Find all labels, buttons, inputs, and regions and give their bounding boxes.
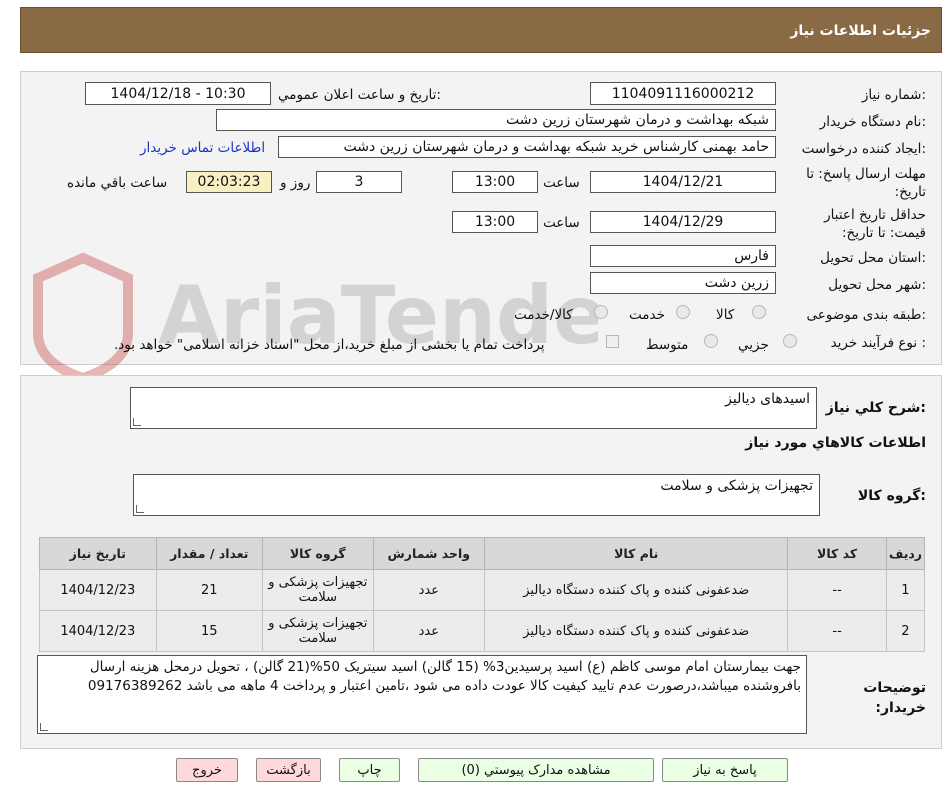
page-header: جزئیات اطلاعات نیاز: [20, 7, 942, 53]
col-date-header: تاريخ نياز: [39, 537, 157, 570]
cell-row: 2: [885, 610, 926, 652]
deadline-time-label: ساعت: [543, 175, 580, 191]
process-label: نوع فرآيند خريد :: [830, 335, 926, 351]
payment-note: پرداخت تمام يا بخشی از مبلغ خريد،از محل …: [114, 337, 545, 353]
cell-qty: 15: [155, 610, 264, 652]
need-number-label: شماره نیاز:: [861, 87, 926, 103]
announce-label: تاریخ و ساعت اعلان عمومي:: [278, 87, 441, 103]
days-label: روز و: [280, 175, 311, 191]
reply-button[interactable]: پاسخ به نياز: [662, 758, 788, 782]
deadline-label: مهلت ارسال پاسخ: تا تاريخ:: [806, 166, 926, 200]
buyer-org-field: شبکه بهداشت و درمان شهرستان زرين دشت: [216, 109, 776, 131]
category-service-radio[interactable]: [676, 305, 690, 319]
buyer-notes-text: جهت بیمارستان امام موسی کاظم (ع) اسید پر…: [87, 659, 801, 694]
cell-code: --: [787, 569, 887, 611]
deadline-date-field: 1404/12/21: [590, 171, 776, 193]
col-name-header: نام کالا: [484, 537, 789, 570]
col-code-header: کد کالا: [787, 537, 887, 570]
process-medium-label: متوسط: [646, 337, 689, 353]
page-title: جزئیات اطلاعات نیاز: [790, 23, 931, 39]
days-field: 3: [316, 171, 402, 193]
cell-name: ضدعفونی کننده و پاک کننده دستگاه دیالیز: [484, 569, 789, 611]
validity-label: حداقل تاريخ اعتبار قيمت: تا تاريخ:: [824, 207, 926, 241]
process-minor-label: جزيي: [738, 337, 769, 353]
cell-date: 1404/12/23: [39, 569, 157, 611]
cell-unit: عدد: [372, 569, 486, 611]
col-row-header: رديف: [885, 537, 926, 570]
description-label: شرح کلي نياز:: [825, 400, 926, 416]
goods-group-text: تجهيزات پزشکی و سلامت: [660, 478, 813, 494]
back-button[interactable]: بازگشت: [256, 758, 321, 782]
category-service-label: خدمت: [629, 307, 665, 323]
province-field: فارس: [590, 245, 776, 267]
print-button[interactable]: چاپ: [339, 758, 400, 782]
category-goods-radio[interactable]: [752, 305, 766, 319]
exit-button[interactable]: خروج: [176, 758, 238, 782]
treasury-payment-checkbox[interactable]: [606, 335, 619, 348]
col-unit-header: واحد شمارش: [372, 537, 486, 570]
cell-date: 1404/12/23: [39, 610, 157, 652]
category-label: طبقه بندی موضوعی:: [806, 307, 926, 323]
announce-field: 1404/12/18 - 10:30: [85, 82, 271, 105]
description-text: اسیدهای دیالیز: [725, 391, 810, 407]
city-label: شهر محل تحويل:: [828, 277, 926, 293]
category-goods-label: کالا: [716, 307, 735, 323]
col-group-header: گروه کالا: [262, 537, 374, 570]
table-row: 1 -- ضدعفونی کننده و پاک کننده دستگاه دی…: [39, 569, 926, 611]
table-header-row: رديف کد کالا نام کالا واحد شمارش گروه کا…: [39, 537, 926, 570]
cell-row: 1: [885, 569, 926, 611]
table-row: 2 -- ضدعفونی کننده و پاک کننده دستگاه دی…: [39, 610, 926, 652]
remaining-time-field: 02:03:23: [186, 171, 272, 193]
cell-name: ضدعفونی کننده و پاک کننده دستگاه دیالیز: [484, 610, 789, 652]
goods-group-label: گروه کالا:: [857, 488, 926, 504]
description-textarea[interactable]: اسیدهای دیالیز: [130, 387, 817, 429]
resize-grip-icon[interactable]: [40, 723, 48, 731]
buyer-org-label: نام دستگاه خريدار:: [819, 114, 926, 130]
city-field: زرين دشت: [590, 272, 776, 294]
cell-group: تجهيزات پزشکی و سلامت: [262, 569, 374, 611]
process-minor-radio[interactable]: [783, 334, 797, 348]
requester-label: ايجاد کننده درخواست:: [801, 141, 926, 157]
cell-qty: 21: [155, 569, 264, 611]
validity-date-field: 1404/12/29: [590, 211, 776, 233]
resize-grip-icon[interactable]: [133, 418, 141, 426]
cell-code: --: [787, 610, 887, 652]
remaining-label: ساعت باقي مانده: [67, 175, 168, 191]
need-number-field: 1104091116000212: [590, 82, 776, 105]
category-goods-service-label: کالا/خدمت: [514, 307, 573, 323]
attachments-button[interactable]: مشاهده مدارک پيوستي (0): [418, 758, 654, 782]
goods-info-title: اطلاعات کالاهاي مورد نياز: [745, 435, 926, 451]
requester-field: حامد بهمنی کارشناس خرید شبکه بهداشت و در…: [278, 136, 776, 158]
buyer-notes-label: توضيحات خريدار:: [863, 680, 926, 716]
cell-unit: عدد: [372, 610, 486, 652]
buyer-notes-textarea[interactable]: جهت بیمارستان امام موسی کاظم (ع) اسید پر…: [37, 655, 807, 734]
deadline-time-field: 13:00: [452, 171, 538, 193]
resize-grip-icon[interactable]: [136, 505, 144, 513]
category-goods-service-radio[interactable]: [594, 305, 608, 319]
items-table: رديف کد کالا نام کالا واحد شمارش گروه کا…: [39, 537, 926, 652]
validity-time-field: 13:00: [452, 211, 538, 233]
buyer-contact-link[interactable]: اطلاعات تماس خريدار: [140, 140, 265, 156]
goods-group-textarea[interactable]: تجهيزات پزشکی و سلامت: [133, 474, 820, 516]
province-label: استان محل تحويل:: [820, 250, 926, 266]
col-qty-header: تعداد / مقدار: [155, 537, 264, 570]
cell-group: تجهيزات پزشکی و سلامت: [262, 610, 374, 652]
validity-time-label: ساعت: [543, 215, 580, 231]
process-medium-radio[interactable]: [704, 334, 718, 348]
